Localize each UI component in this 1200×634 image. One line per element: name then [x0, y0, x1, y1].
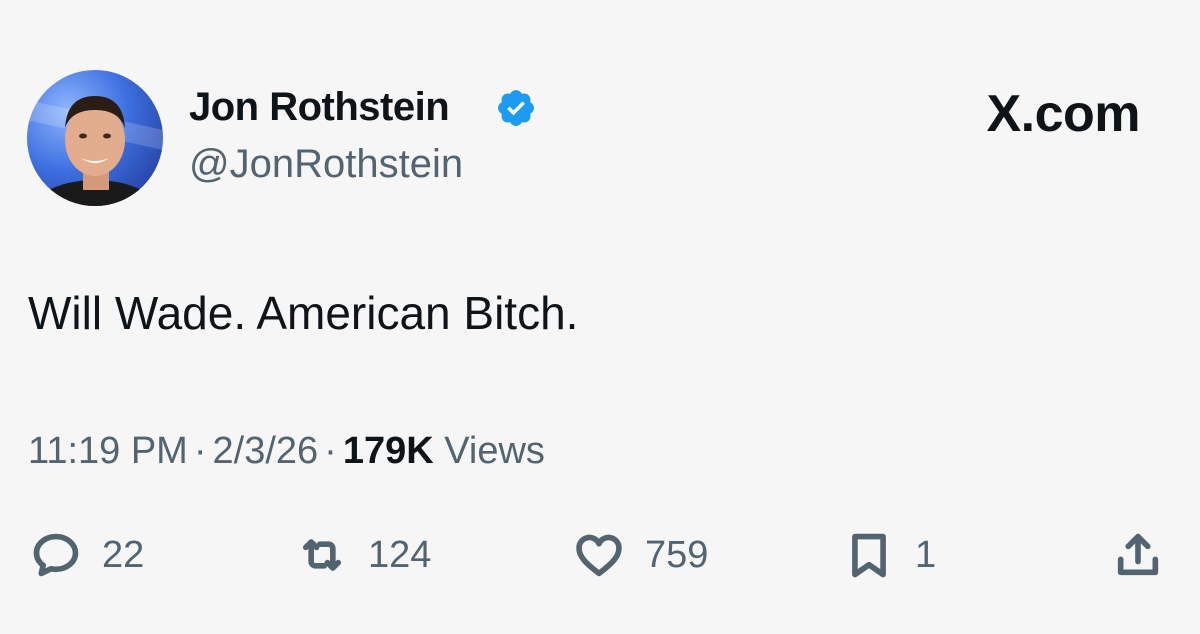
heart-icon: [576, 534, 622, 577]
tweet-date[interactable]: 2/3/26: [213, 430, 319, 472]
reply-icon: [33, 533, 79, 577]
views-count: 179K: [342, 430, 434, 472]
share-button[interactable]: [1112, 525, 1164, 585]
bookmark-icon: [852, 533, 886, 578]
reply-count: 22: [102, 533, 145, 576]
action-bar: 22 124 759 1: [0, 525, 1200, 585]
tweet-text: Will Wade. American Bitch.: [28, 287, 579, 339]
views-label: Views: [444, 430, 545, 472]
tweet-card: Jon Rothstein @JonRothstein X.com Will W…: [0, 0, 1200, 634]
brand-label: X.com: [986, 85, 1140, 143]
retweet-icon: [302, 539, 342, 571]
tweet-meta: 11:19 PM · 2/3/26 · 179K Views: [28, 430, 545, 473]
avatar-image: [27, 96, 163, 206]
bookmark-count: 1: [915, 533, 937, 576]
author-name[interactable]: Jon Rothstein: [189, 85, 450, 130]
like-count: 759: [645, 533, 709, 576]
meta-separator: ·: [193, 430, 207, 472]
meta-separator: ·: [324, 430, 337, 472]
author-handle[interactable]: @JonRothstein: [189, 142, 463, 187]
tweet-time[interactable]: 11:19 PM: [28, 430, 188, 472]
like-button[interactable]: 759: [573, 525, 708, 585]
retweet-count: 124: [368, 533, 432, 576]
verified-badge-icon: [498, 90, 534, 126]
retweet-button[interactable]: 124: [296, 525, 431, 585]
avatar[interactable]: [27, 70, 163, 206]
reply-button[interactable]: 22: [30, 525, 144, 585]
bookmark-button[interactable]: 1: [843, 525, 936, 585]
share-icon: [1117, 533, 1159, 576]
